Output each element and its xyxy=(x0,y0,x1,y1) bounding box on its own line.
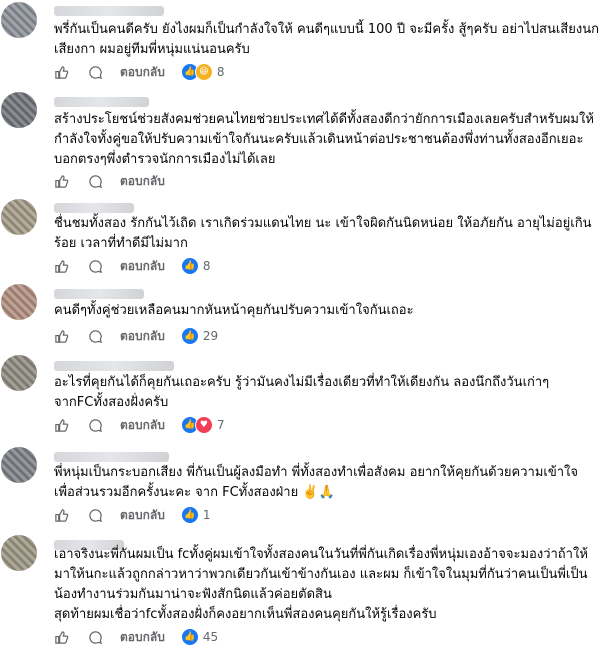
reaction-count[interactable]: 8 xyxy=(203,259,211,273)
like-icon[interactable] xyxy=(52,628,70,646)
reply-button[interactable]: ตอบกลับ xyxy=(120,628,165,647)
reply-button[interactable]: ตอบกลับ xyxy=(120,172,165,191)
like-icon[interactable] xyxy=(52,172,70,190)
reactions[interactable]: 👍 xyxy=(180,327,199,345)
reply-button[interactable]: ตอบกลับ xyxy=(120,257,165,276)
comment-text: ชื่นชมทั้งสอง รักกันไว้เถิด เราเกิดร่วมแ… xyxy=(54,216,592,251)
comment-reply-icon[interactable] xyxy=(86,63,104,81)
like-reaction-icon: 👍 xyxy=(180,628,199,646)
reply-button[interactable]: ตอบกลับ xyxy=(120,63,165,82)
reply-button[interactable]: ตอบกลับ xyxy=(120,327,165,346)
reply-button[interactable]: ตอบกลับ xyxy=(120,416,165,435)
avatar[interactable] xyxy=(1,447,37,483)
reactions[interactable]: 👍 😆 xyxy=(180,63,213,81)
comment-actions: ตอบกลับ 👍 1 xyxy=(52,506,211,524)
commenter-name-redacted[interactable] xyxy=(54,203,134,213)
avatar[interactable] xyxy=(1,535,37,571)
reaction-count[interactable]: 29 xyxy=(203,329,218,343)
commenter-name-redacted[interactable] xyxy=(54,97,149,107)
comment-text: พรี่กันเป็นคนดีครับ ยังไงผมก็เป็นกำลังใจ… xyxy=(54,22,599,57)
comment-reply-icon[interactable] xyxy=(86,172,104,190)
comment-reply-icon[interactable] xyxy=(86,628,104,646)
like-icon[interactable] xyxy=(52,257,70,275)
comment-actions: ตอบกลับ 👍 😆 8 xyxy=(52,63,225,81)
reaction-count[interactable]: 45 xyxy=(203,630,218,644)
like-icon[interactable] xyxy=(52,506,70,524)
haha-reaction-icon: 😆 xyxy=(194,63,213,81)
comment-actions: ตอบกลับ 👍 8 xyxy=(52,257,211,275)
comment-actions: ตอบกลับ 👍 29 xyxy=(52,327,218,345)
comment-text: เอาจริงนะพี่กันผมเป็น fcทั้งคู่ผมเข้าใจท… xyxy=(54,547,588,622)
reaction-count[interactable]: 7 xyxy=(217,418,225,432)
comment-reply-icon[interactable] xyxy=(86,257,104,275)
comment-reply-icon[interactable] xyxy=(86,327,104,345)
commenter-name-redacted[interactable] xyxy=(54,361,174,371)
comment-text: คนดีๆทั้งคู่ช่วยเหลือคนมากหันหน้าคุยกันป… xyxy=(54,303,414,318)
comment-text: อะไรที่คุยกันได้ก็คุยกันเถอะครับ รู้ว่าม… xyxy=(54,375,550,410)
reactions[interactable]: 👍 xyxy=(180,506,199,524)
avatar[interactable] xyxy=(1,199,37,235)
comment-actions: ตอบกลับ 👍 ♥ 7 xyxy=(52,416,225,434)
like-reaction-icon: 👍 xyxy=(180,506,199,524)
reactions[interactable]: 👍 ♥ xyxy=(180,416,213,434)
avatar[interactable] xyxy=(1,284,37,320)
comment-text: สร้างประโยชน์ช่วยสังคมช่วยคนไทยช่วยประเท… xyxy=(54,112,594,167)
like-icon[interactable] xyxy=(52,416,70,434)
comment-actions: ตอบกลับ xyxy=(52,172,181,190)
avatar[interactable] xyxy=(1,92,37,128)
reactions[interactable]: 👍 xyxy=(180,257,199,275)
reaction-count[interactable]: 1 xyxy=(203,508,211,522)
commenter-name-redacted[interactable] xyxy=(54,452,169,462)
reply-button[interactable]: ตอบกลับ xyxy=(120,506,165,525)
like-icon[interactable] xyxy=(52,327,70,345)
commenter-name-redacted[interactable] xyxy=(54,6,164,16)
comment-actions: ตอบกลับ 👍 45 xyxy=(52,628,218,646)
reaction-count[interactable]: 8 xyxy=(217,65,225,79)
love-reaction-icon: ♥ xyxy=(194,416,213,434)
reactions[interactable]: 👍 xyxy=(180,628,199,646)
like-reaction-icon: 👍 xyxy=(180,327,199,345)
like-icon[interactable] xyxy=(52,63,70,81)
comment-reply-icon[interactable] xyxy=(86,506,104,524)
comment-reply-icon[interactable] xyxy=(86,416,104,434)
avatar[interactable] xyxy=(1,2,37,38)
like-reaction-icon: 👍 xyxy=(180,257,199,275)
avatar[interactable] xyxy=(1,355,37,391)
comment-text: พี่หนุ่มเป็นกระบอกเสียง พี่กันเป็นผู้ลงม… xyxy=(54,465,578,500)
commenter-name-redacted[interactable] xyxy=(54,289,144,299)
